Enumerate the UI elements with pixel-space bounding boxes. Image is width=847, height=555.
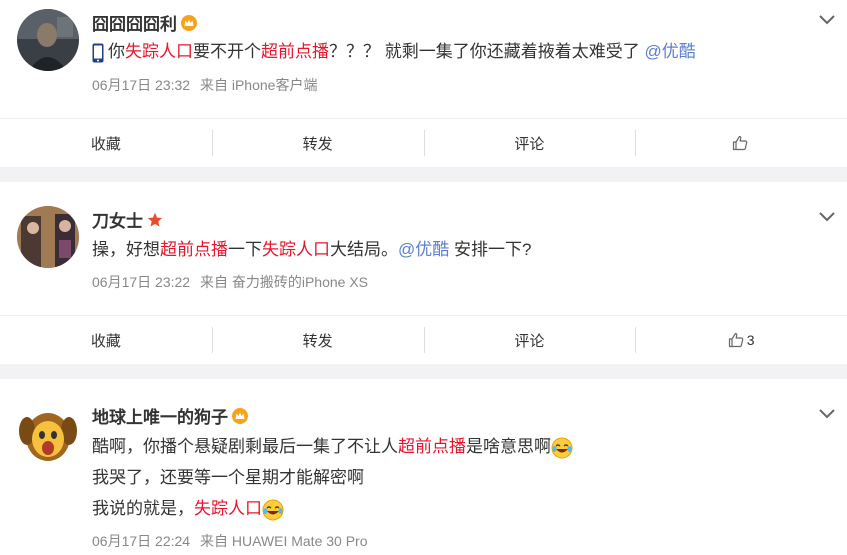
keyword-link[interactable]: 失踪人口 — [125, 42, 193, 61]
repost-label: 转发 — [302, 135, 333, 153]
thumbs-up-icon — [728, 332, 743, 348]
avatar[interactable] — [17, 9, 79, 71]
keyword-link[interactable]: 超前点播 — [398, 437, 466, 456]
username-text[interactable]: 囧囧囧囧利 — [92, 10, 177, 35]
content-text: ？？？ 就剩一集了你还藏着掖着太难受了 — [329, 42, 645, 61]
content-text: 要不开个 — [193, 42, 261, 61]
star-badge-icon — [147, 212, 163, 227]
post-card: 囧囧囧囧利 你失踪人口要不开个超前点播？？？ 就剩一集了你还藏着掖着太难受了 @… — [0, 0, 847, 167]
post-date[interactable]: 06月17日 23:22 — [92, 274, 190, 290]
repost-label: 转发 — [302, 332, 333, 350]
post-content: 酷啊，你播个悬疑剧剩最后一集了不让人超前点播是啥意思啊 我哭了，还要等一个星期才… — [92, 431, 787, 524]
post-source: 来自 奋力搬砖的iPhone XS — [199, 274, 369, 290]
like-count: 3 — [746, 332, 755, 348]
post-content: 你失踪人口要不开个超前点播？？？ 就剩一集了你还藏着掖着太难受了 @优酷 — [92, 36, 787, 67]
crown-badge-icon — [181, 14, 197, 31]
avatar[interactable] — [17, 206, 79, 268]
comment-label: 评论 — [514, 332, 545, 350]
keyword-link[interactable]: 超前点播 — [261, 42, 329, 61]
repost-button[interactable]: 转发 — [211, 119, 424, 167]
username-text[interactable]: 地球上唯一的狗子 — [92, 403, 228, 428]
avatar[interactable] — [17, 403, 79, 465]
post-source: 来自 iPhone客户端 — [199, 77, 318, 93]
post-meta: 06月17日 23:22 来自 奋力搬砖的iPhone XS — [92, 272, 368, 292]
laugh-cry-emoji-icon — [262, 499, 284, 521]
like-button[interactable]: 3 — [635, 316, 847, 364]
comment-label: 评论 — [514, 135, 545, 153]
post-meta: 06月17日 23:32 来自 iPhone客户端 — [92, 75, 317, 95]
content-text: 一下 — [228, 240, 262, 259]
post-date[interactable]: 06月17日 23:32 — [92, 77, 190, 93]
mention-link[interactable]: @优酷 — [644, 42, 695, 61]
content-text: 酷啊，你播个悬疑剧剩最后一集了不让人 — [92, 437, 398, 456]
chevron-down-icon[interactable] — [819, 212, 835, 222]
content-text: 我说的就是， — [92, 499, 194, 518]
post-meta: 06月17日 22:24 来自 HUAWEI Mate 30 Pro — [92, 531, 368, 551]
keyword-link[interactable]: 失踪人口 — [262, 240, 330, 259]
post-card: 地球上唯一的狗子 酷啊，你播个悬疑剧剩最后一集了不让人超前点播是啥意思啊 我哭了… — [0, 379, 847, 555]
action-bar: 收藏 转发 评论 — [0, 118, 847, 167]
repost-button[interactable]: 转发 — [211, 316, 424, 364]
post-card: 刀女士 操，好想超前点播一下失踪人口大结局。@优酷 安排一下? 06月17日 2… — [0, 182, 847, 364]
chevron-down-icon[interactable] — [819, 15, 835, 25]
content-line: 我说的就是，失踪人口 — [92, 493, 787, 524]
content-text: 操，好想 — [92, 240, 160, 259]
chevron-down-icon[interactable] — [819, 409, 835, 419]
crown-badge-icon — [232, 407, 248, 424]
content-text: 安排一下? — [449, 240, 532, 259]
username-text[interactable]: 刀女士 — [92, 207, 143, 232]
keyword-link[interactable]: 失踪人口 — [194, 499, 262, 518]
post-source: 来自 HUAWEI Mate 30 Pro — [199, 533, 368, 549]
favorite-label: 收藏 — [90, 332, 121, 350]
laugh-cry-emoji-icon — [551, 437, 573, 459]
username[interactable]: 囧囧囧囧利 — [92, 10, 197, 35]
phone-emoji-icon — [92, 43, 104, 63]
content-line: 酷啊，你播个悬疑剧剩最后一集了不让人超前点播是啥意思啊 — [92, 431, 787, 462]
username[interactable]: 地球上唯一的狗子 — [92, 403, 248, 428]
content-text: 大结局。 — [330, 240, 398, 259]
like-button[interactable] — [635, 119, 847, 167]
mention-link[interactable]: @优酷 — [398, 240, 449, 259]
content-text: 我哭了，还要等一个星期才能解密啊 — [92, 468, 364, 487]
favorite-button[interactable]: 收藏 — [0, 316, 212, 364]
post-content: 操，好想超前点播一下失踪人口大结局。@优酷 安排一下? — [92, 234, 787, 265]
content-text: 你 — [108, 42, 125, 61]
post-date[interactable]: 06月17日 22:24 — [92, 533, 190, 549]
favorite-button[interactable]: 收藏 — [0, 119, 212, 167]
username[interactable]: 刀女士 — [92, 207, 163, 232]
comment-button[interactable]: 评论 — [423, 316, 636, 364]
content-line: 我哭了，还要等一个星期才能解密啊 — [92, 462, 787, 493]
favorite-label: 收藏 — [90, 135, 121, 153]
action-bar: 收藏 转发 评论 3 — [0, 315, 847, 364]
thumbs-up-icon — [732, 135, 747, 151]
keyword-link[interactable]: 超前点播 — [160, 240, 228, 259]
content-text: 是啥意思啊 — [466, 437, 551, 456]
comment-button[interactable]: 评论 — [423, 119, 636, 167]
